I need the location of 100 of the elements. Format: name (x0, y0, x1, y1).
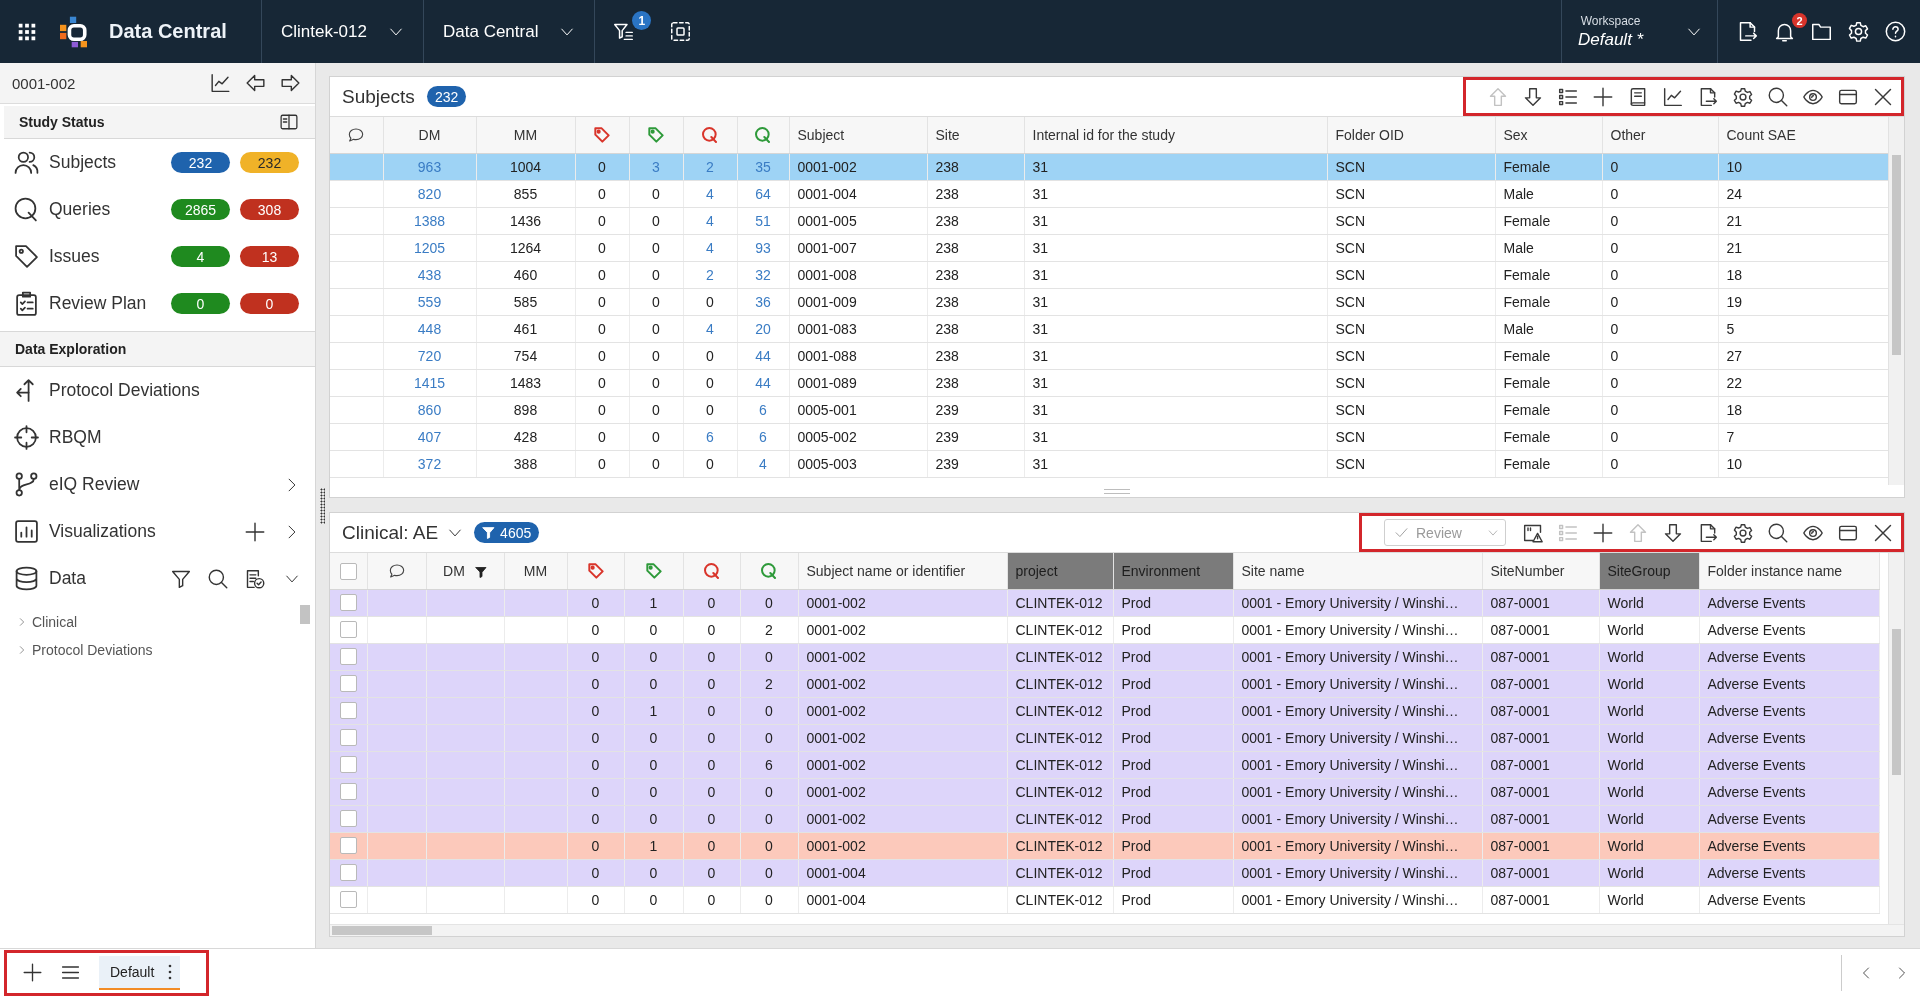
row-checkbox[interactable] (339, 810, 357, 828)
cell-link[interactable]: 4 (759, 455, 767, 472)
table-row[interactable]: 820 855 0 0 4 64 0001-004 238 31 SCN Male 0 24 (330, 180, 1888, 207)
row-checkbox[interactable] (339, 621, 357, 639)
workspace-tab[interactable]: Default (99, 955, 181, 990)
export-icon[interactable] (1698, 86, 1718, 107)
cell-link[interactable]: 372 (417, 455, 442, 472)
table-row[interactable]: 559 585 0 0 0 36 0001-009 238 31 SCN Female 0 19 (330, 288, 1888, 315)
select-all-checkbox[interactable] (339, 562, 357, 580)
table-row[interactable]: 372 388 0 0 0 4 0005-003 239 31 SCN Female 0 10 (330, 450, 1888, 477)
cell-link[interactable]: 6 (706, 428, 714, 445)
column-header[interactable] (575, 117, 629, 153)
document-check-icon[interactable] (245, 568, 265, 589)
cell-link[interactable]: 448 (417, 320, 442, 337)
table-row[interactable]: 0 0 0 0 0001-002 CLINTEK-012 Prod 0001 - Emory University / Winshi… 087-0001 World Adverse Events (330, 805, 1879, 832)
cell-link[interactable]: 1205 (413, 239, 446, 256)
table-row[interactable]: 0 0 0 6 0001-002 CLINTEK-012 Prod 0001 - Emory University / Winshi… 087-0001 World Adverse Events (330, 751, 1879, 778)
table-row[interactable]: 1415 1483 0 0 0 44 0001-089 238 31 SCN Female 0 22 (330, 369, 1888, 396)
column-header[interactable] (567, 553, 624, 589)
cell-link[interactable]: 820 (417, 185, 442, 202)
table-row[interactable]: 438 460 0 0 2 32 0001-008 238 31 SCN Female 0 18 (330, 261, 1888, 288)
table-row[interactable]: 0 1 0 0 0001-002 CLINTEK-012 Prod 0001 - Emory University / Winshi… 087-0001 World Adverse Events (330, 589, 1879, 616)
column-header[interactable]: DM (426, 553, 504, 589)
column-header[interactable]: DM (383, 117, 476, 153)
tree-item[interactable]: Protocol Deviations (18, 636, 315, 664)
horizontal-scrollbar[interactable] (330, 924, 1904, 936)
column-header[interactable]: MM (476, 117, 575, 153)
row-checkbox[interactable] (339, 729, 357, 747)
column-header[interactable]: Environment (1113, 553, 1233, 589)
arrow-right-icon[interactable] (280, 73, 301, 93)
filter-list-icon[interactable] (613, 21, 635, 42)
nav-item[interactable]: Data (0, 555, 315, 602)
nav-item[interactable]: Queries 2865 308 (0, 186, 315, 233)
column-header[interactable]: project (1007, 553, 1113, 589)
cell-link[interactable]: 407 (417, 428, 442, 445)
line-chart-icon[interactable] (210, 73, 231, 93)
cell-link[interactable]: 6 (759, 428, 767, 445)
table-row[interactable]: 0 0 0 2 0001-002 CLINTEK-012 Prod 0001 - Emory University / Winshi… 087-0001 World Adverse Events (330, 616, 1879, 643)
arrow-left-icon[interactable] (245, 73, 266, 93)
resize-grip[interactable] (1104, 488, 1130, 494)
list-icon[interactable] (1558, 86, 1578, 107)
warning-frame-icon[interactable] (1523, 522, 1543, 543)
search-icon[interactable] (1768, 86, 1788, 107)
column-header[interactable]: Subject name or identifier (798, 553, 1007, 589)
arrow-down-icon[interactable] (1523, 86, 1543, 107)
row-checkbox[interactable] (339, 783, 357, 801)
table-row[interactable]: 0 0 0 0 0001-002 CLINTEK-012 Prod 0001 - Emory University / Winshi… 087-0001 World Adverse Events (330, 643, 1879, 670)
apps-grid-icon[interactable] (18, 22, 36, 41)
bell-icon[interactable] (1774, 21, 1795, 42)
tree-item[interactable]: Clinical (18, 608, 315, 636)
nav-item[interactable]: Visualizations (0, 508, 315, 555)
cell-link[interactable]: 2 (706, 266, 714, 283)
column-header[interactable] (330, 117, 383, 153)
search-icon[interactable] (1768, 522, 1788, 543)
column-header[interactable] (683, 117, 737, 153)
plus-icon[interactable] (1593, 86, 1613, 107)
resize-handle[interactable] (320, 487, 325, 524)
column-header[interactable]: Site (927, 117, 1024, 153)
search-icon[interactable] (208, 568, 228, 589)
column-header[interactable] (629, 117, 683, 153)
cell-link[interactable]: 1415 (413, 374, 446, 391)
column-header[interactable]: Other (1602, 117, 1718, 153)
cell-link[interactable]: 36 (755, 293, 771, 310)
table-row[interactable]: 0 0 0 0 0001-004 CLINTEK-012 Prod 0001 - Emory University / Winshi… 087-0001 World Adverse Events (330, 859, 1879, 886)
column-header[interactable]: Folder OID (1327, 117, 1495, 153)
row-checkbox[interactable] (339, 702, 357, 720)
nav-item[interactable]: Review Plan 0 0 (0, 280, 315, 327)
row-checkbox[interactable] (339, 864, 357, 882)
table-row[interactable]: 407 428 0 0 6 6 0005-002 239 31 SCN Female 0 7 (330, 423, 1888, 450)
vertical-scrollbar[interactable] (1888, 117, 1904, 485)
nav-item[interactable]: RBQM (0, 414, 315, 461)
column-header[interactable]: Sex (1495, 117, 1602, 153)
column-header[interactable]: Count SAE (1718, 117, 1888, 153)
table-row[interactable]: 0 0 0 2 0001-002 CLINTEK-012 Prod 0001 - Emory University / Winshi… 087-0001 World Adverse Events (330, 670, 1879, 697)
row-checkbox[interactable] (339, 675, 357, 693)
cell-link[interactable]: 438 (417, 266, 442, 283)
row-checkbox[interactable] (339, 594, 357, 612)
column-header[interactable] (740, 553, 798, 589)
table-row[interactable]: 0 0 0 0 0001-002 CLINTEK-012 Prod 0001 - Emory University / Winshi… 087-0001 World Adverse Events (330, 724, 1879, 751)
filter-icon[interactable] (171, 568, 191, 589)
panel-toggle-icon[interactable] (279, 113, 299, 131)
plus-icon[interactable] (1593, 522, 1613, 543)
plus-icon[interactable] (245, 521, 265, 542)
row-checkbox[interactable] (339, 837, 357, 855)
nav-item[interactable]: Protocol Deviations (0, 367, 315, 414)
book-icon[interactable] (1628, 86, 1648, 107)
arrow-down-icon[interactable] (1663, 522, 1683, 543)
cell-link[interactable]: 51 (755, 212, 771, 229)
column-header[interactable]: SiteNumber (1482, 553, 1599, 589)
vertical-scrollbar[interactable] (1888, 553, 1904, 924)
column-header[interactable]: MM (504, 553, 567, 589)
column-header[interactable]: Internal id for the study (1024, 117, 1327, 153)
line-chart-icon[interactable] (1663, 86, 1683, 107)
cell-link[interactable]: 20 (755, 320, 771, 337)
cell-link[interactable]: 93 (755, 239, 771, 256)
table-row[interactable]: 0 0 0 0 0001-004 CLINTEK-012 Prod 0001 - Emory University / Winshi… 087-0001 World Adverse Events (330, 886, 1879, 913)
close-icon[interactable] (1873, 522, 1893, 543)
column-header[interactable] (624, 553, 683, 589)
cell-link[interactable]: 720 (417, 347, 442, 364)
table-row[interactable]: 0 0 0 0 0001-002 CLINTEK-012 Prod 0001 - Emory University / Winshi… 087-0001 World Adverse Events (330, 778, 1879, 805)
